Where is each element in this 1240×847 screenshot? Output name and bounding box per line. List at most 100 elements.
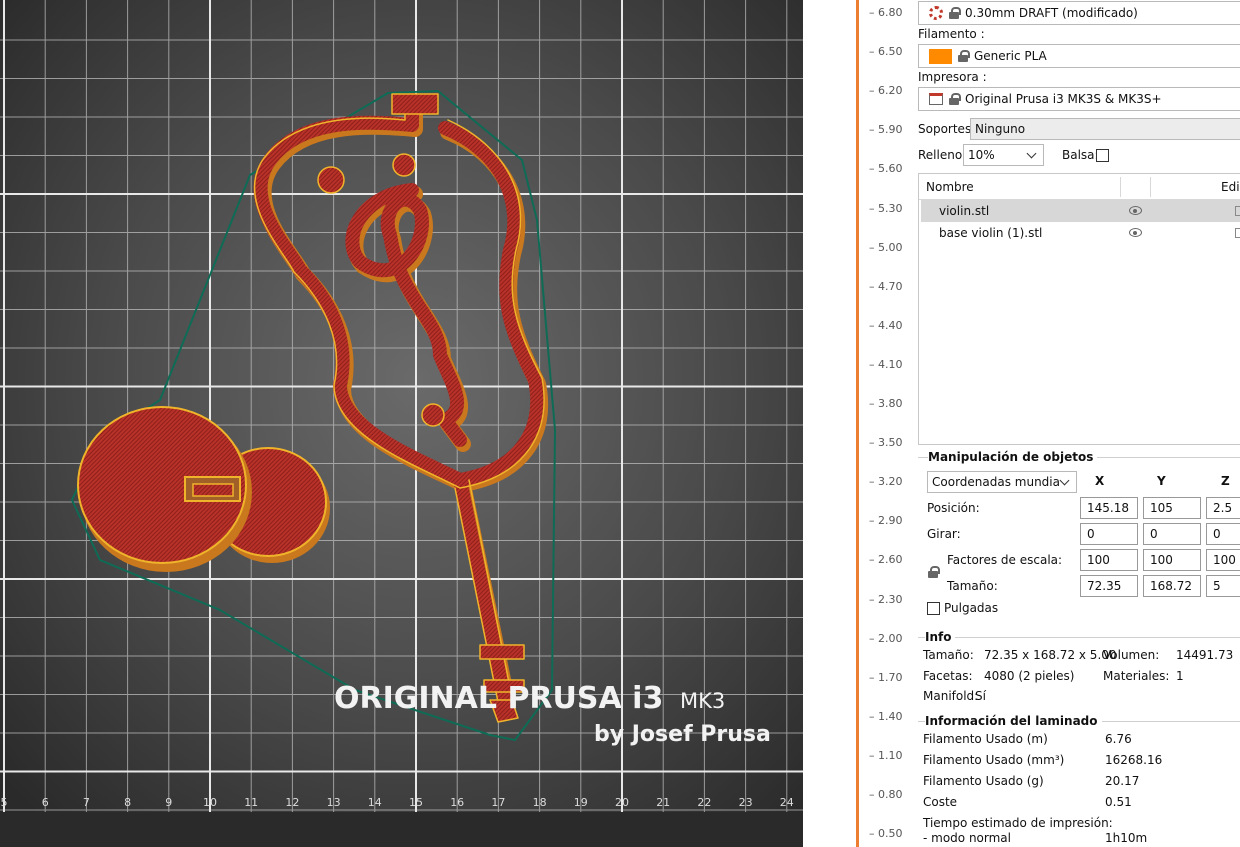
- rotate-y-field[interactable]: 0: [1143, 523, 1201, 545]
- scale-label: Factores de escala:: [947, 553, 1063, 567]
- layer-tick-label: – 3.50: [869, 436, 903, 450]
- info-size-label: Tamaño:: [923, 648, 974, 662]
- slicing-title: Información del laminado: [925, 714, 1102, 728]
- chevron-down-icon: [1026, 148, 1037, 158]
- gear-icon: [929, 6, 943, 20]
- manipulation-title: Manipulación de objetos: [928, 450, 1098, 464]
- print-bed-canvas[interactable]: 5 6 7 8 9 10 11 12 13 14 15 16 17 18 19 20 21 22 23 24: [0, 0, 803, 847]
- right-settings-panel: 0.30mm DRAFT (modificado) Filamento : Ge…: [913, 0, 1240, 847]
- bed-axis-number: 13: [327, 796, 341, 809]
- position-y-field[interactable]: 105: [1143, 497, 1201, 519]
- slicing-value: 16268.16: [1105, 753, 1163, 767]
- infill-value: 10%: [968, 148, 995, 162]
- axis-y-label: Y: [1157, 474, 1166, 488]
- raft-label: Balsa:: [1062, 148, 1099, 162]
- info-title: Info: [925, 630, 956, 644]
- coordinate-system-value: Coordenadas mundiales: [932, 475, 1060, 489]
- bed-bottom-edge: [0, 812, 803, 847]
- size-z-field[interactable]: 5: [1206, 575, 1240, 597]
- layer-tick-label: – 5.90: [869, 123, 903, 137]
- slicing-label: Coste: [923, 795, 958, 809]
- infill-select[interactable]: 10%: [963, 144, 1044, 166]
- layer-tick-label: – 4.40: [869, 318, 903, 332]
- print-mode-value: 1h10m: [1105, 831, 1148, 845]
- layer-tick-label: – 2.30: [869, 592, 903, 606]
- bed-brand-subtitle: by Josef Prusa: [594, 722, 771, 747]
- info-volume-label: Volumen:: [1103, 648, 1160, 662]
- bed-axis-number: 20: [615, 796, 629, 809]
- layer-tick-label: – 4.70: [869, 279, 903, 293]
- rotate-x-field[interactable]: 0: [1080, 523, 1138, 545]
- layer-slider-track[interactable]: [856, 0, 859, 847]
- scale-x-field[interactable]: 100: [1080, 549, 1138, 571]
- slicing-value: 6.76: [1105, 732, 1132, 746]
- object-list[interactable]: Nombre Edic violin.stl base violin (1).s…: [918, 173, 1240, 445]
- object-list-header: Nombre Edic: [919, 174, 1240, 200]
- layer-tick-label: – 4.10: [869, 357, 903, 371]
- eye-icon[interactable]: [1129, 228, 1142, 237]
- eye-icon[interactable]: [1129, 206, 1142, 215]
- scale-y-field[interactable]: 100: [1143, 549, 1201, 571]
- object-name: violin.stl: [939, 204, 990, 218]
- coordinate-system-select[interactable]: Coordenadas mundiales: [927, 471, 1077, 493]
- layer-tick-label: – 5.60: [869, 162, 903, 176]
- object-row-base-violin[interactable]: base violin (1).stl: [921, 222, 1240, 244]
- scale-z-field[interactable]: 100: [1206, 549, 1240, 571]
- column-name-header[interactable]: Nombre: [926, 180, 974, 194]
- supports-select[interactable]: Ninguno: [970, 118, 1240, 140]
- layer-tick-label: – 2.60: [869, 553, 903, 567]
- size-y-field[interactable]: 168.72: [1143, 575, 1201, 597]
- slicing-label: Filamento Usado (m): [923, 732, 1048, 746]
- 3d-viewport[interactable]: 5 6 7 8 9 10 11 12 13 14 15 16 17 18 19 20 21 22 23 24: [0, 0, 803, 847]
- layer-tick-label: – 3.20: [869, 475, 903, 489]
- layer-tick-label: – 6.80: [869, 6, 903, 19]
- info-manifold-label: Manifold:: [923, 689, 979, 703]
- printer-icon: [929, 93, 943, 105]
- bed-brand-title: ORIGINAL PRUSA i3: [334, 681, 663, 716]
- bed-axis-number: 5: [1, 796, 8, 809]
- slicing-label: Filamento Usado (g): [923, 774, 1044, 788]
- bed-axis-number: 9: [165, 796, 172, 809]
- bed-axis-number: 7: [83, 796, 90, 809]
- object-row-violin[interactable]: violin.stl: [921, 200, 1240, 222]
- infill-label: Relleno:: [918, 148, 967, 162]
- info-facets-value: 4080 (2 pieles): [984, 669, 1075, 683]
- lock-icon: [949, 7, 961, 19]
- bed-axis-number: 11: [244, 796, 258, 809]
- column-edit-header[interactable]: Edic: [1221, 180, 1240, 194]
- layer-tick-label: – 1.40: [869, 709, 903, 723]
- bed-axis-number: 18: [533, 796, 547, 809]
- printer-combo[interactable]: Original Prusa i3 MK3S & MK3S+: [918, 87, 1240, 111]
- header-separator: [1120, 177, 1121, 197]
- edit-icon[interactable]: [1235, 206, 1240, 216]
- print-profile-combo[interactable]: 0.30mm DRAFT (modificado): [918, 1, 1240, 25]
- bed-brand-model: MK3: [680, 689, 725, 713]
- rotate-z-field[interactable]: 0: [1206, 523, 1240, 545]
- position-z-field[interactable]: 2.5: [1206, 497, 1240, 519]
- printer-value: Original Prusa i3 MK3S & MK3S+: [965, 92, 1162, 106]
- bed-axis-number: 19: [574, 796, 588, 809]
- layer-tick-label: – 2.90: [869, 514, 903, 528]
- scale-lock-icon[interactable]: [928, 566, 940, 578]
- edit-icon[interactable]: [1235, 228, 1240, 238]
- bed-axis-number: 6: [42, 796, 49, 809]
- info-size-value: 72.35 x 168.72 x 5.00: [984, 648, 1117, 662]
- bed-axis-number: 17: [491, 796, 505, 809]
- layer-tick-label: – 1.10: [869, 748, 903, 762]
- size-label: Tamaño:: [947, 579, 998, 593]
- info-materials-label: Materiales:: [1103, 669, 1170, 683]
- filament-color-swatch[interactable]: [929, 48, 952, 64]
- raft-checkbox[interactable]: [1096, 149, 1109, 162]
- inches-checkbox[interactable]: [927, 602, 940, 615]
- size-x-field[interactable]: 72.35: [1080, 575, 1138, 597]
- header-separator: [1150, 177, 1151, 197]
- position-label: Posición:: [927, 501, 980, 515]
- position-x-field[interactable]: 145.18: [1080, 497, 1138, 519]
- axis-z-label: Z: [1221, 474, 1230, 488]
- filament-combo[interactable]: Generic PLA: [918, 44, 1240, 68]
- filament-label: Filamento :: [918, 27, 985, 41]
- bed-axis-number: 16: [450, 796, 464, 809]
- bed-axis-number: 10: [203, 796, 217, 809]
- info-volume-value: 14491.73: [1176, 648, 1234, 662]
- inches-label: Pulgadas: [944, 601, 999, 615]
